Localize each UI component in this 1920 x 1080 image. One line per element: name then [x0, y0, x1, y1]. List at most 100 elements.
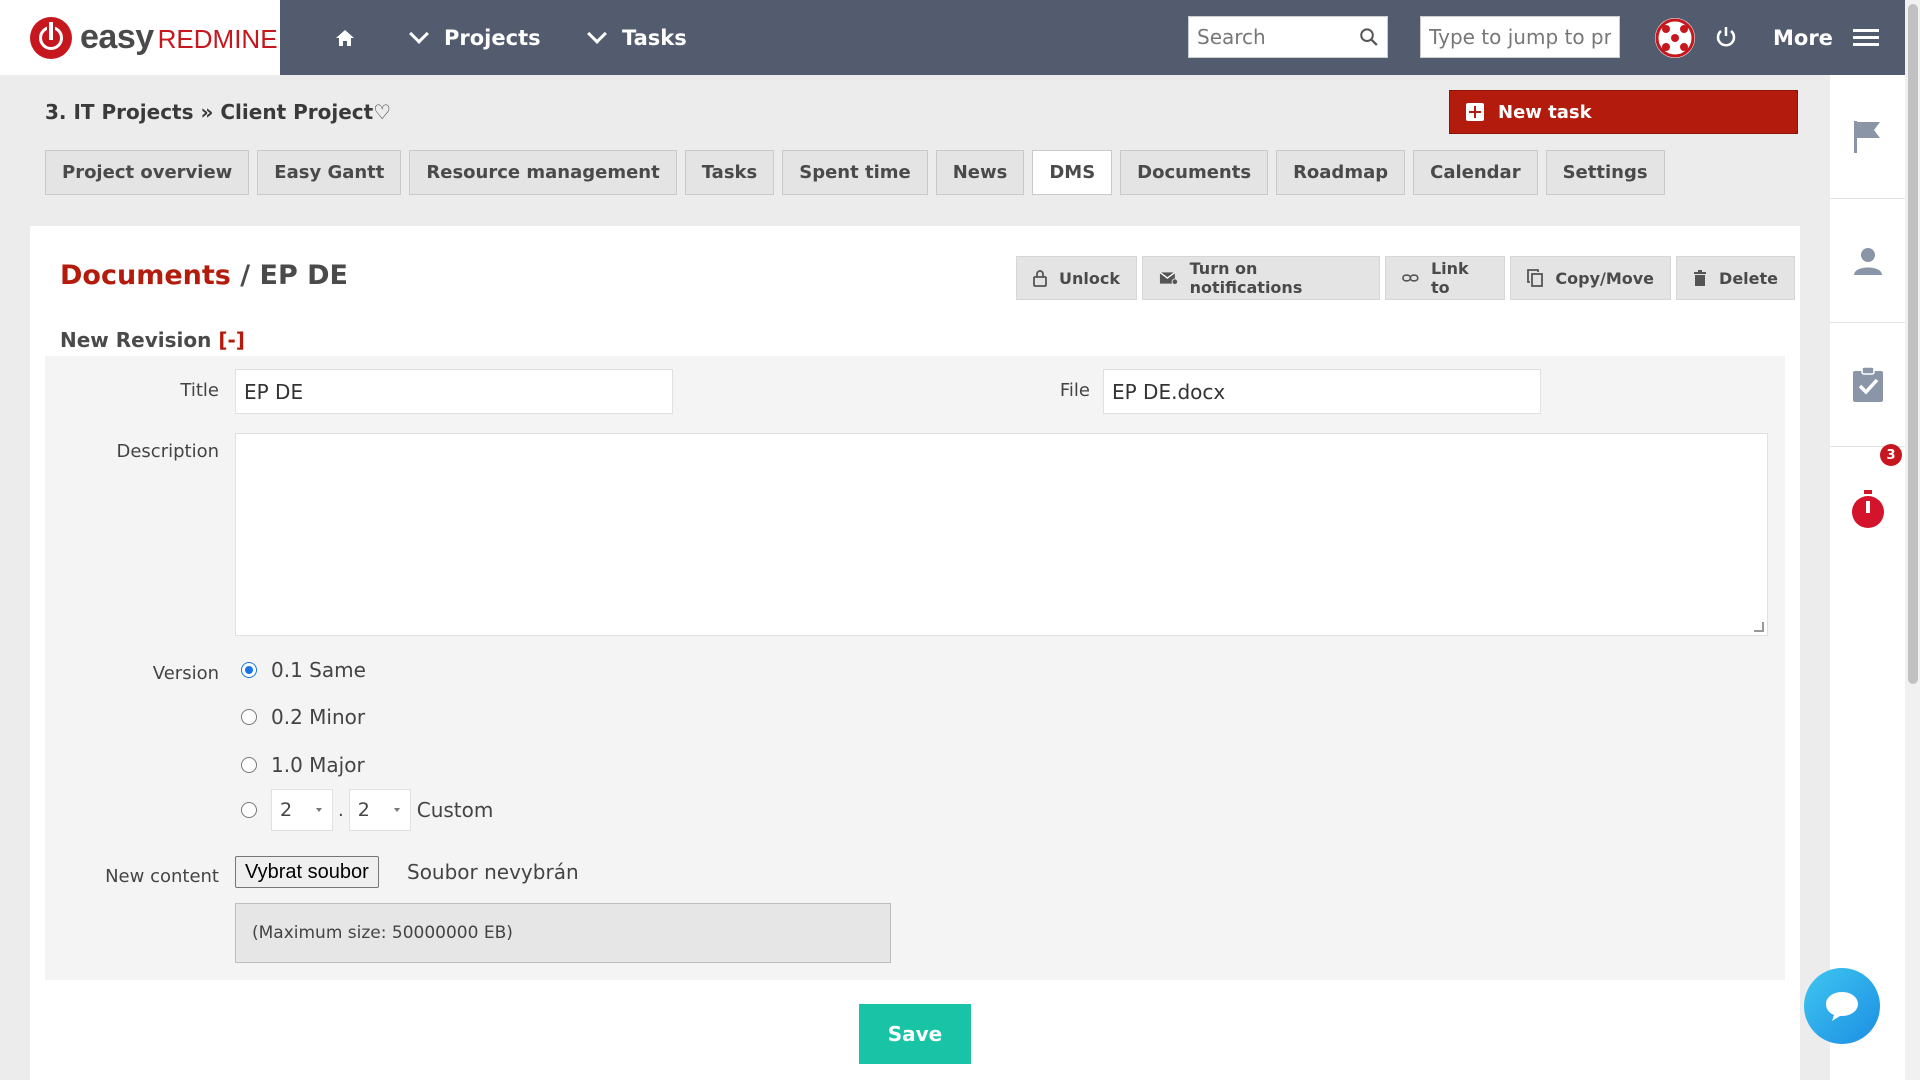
document-card: Documents / EP DE Unlock Turn on notific…: [30, 226, 1800, 1080]
tasks-menu[interactable]: Tasks: [587, 0, 687, 75]
projects-menu-label: Projects: [444, 25, 541, 50]
mail-notification-icon: [1159, 271, 1178, 285]
breadcrumb[interactable]: 3. IT Projects » Client Project♡: [45, 100, 391, 124]
tab-news[interactable]: News: [935, 150, 1025, 195]
documents-link[interactable]: Documents: [60, 260, 231, 291]
sidebar-user-button[interactable]: [1830, 199, 1905, 323]
no-file-selected-text: Soubor nevybrán: [407, 860, 579, 884]
chevron-down-icon: [587, 23, 607, 44]
tab-resource-management[interactable]: Resource management: [409, 150, 677, 195]
title-input[interactable]: EP DE: [235, 369, 673, 414]
copy-move-button[interactable]: Copy/Move: [1510, 256, 1672, 300]
resize-handle-icon[interactable]: [1754, 622, 1764, 632]
jump-to-project-field: [1420, 16, 1620, 58]
link-to-button[interactable]: Link to: [1385, 256, 1506, 300]
tab-roadmap[interactable]: Roadmap: [1276, 150, 1406, 195]
user-avatar[interactable]: [1655, 18, 1695, 58]
notifications-label: Turn on notifications: [1189, 259, 1303, 297]
new-task-button[interactable]: New task: [1449, 90, 1798, 134]
scrollbar-thumb[interactable]: [1908, 4, 1918, 684]
custom-major-select[interactable]: 2: [271, 789, 333, 831]
page-scrollbar[interactable]: [1905, 0, 1920, 1080]
trash-icon: [1694, 270, 1707, 286]
new-content-label: New content: [105, 866, 219, 887]
jump-to-project-input[interactable]: [1429, 25, 1611, 49]
search-icon[interactable]: [1359, 26, 1379, 48]
version-major-label: 1.0 Major: [271, 753, 365, 777]
projects-menu[interactable]: Projects: [409, 0, 541, 75]
description-label: Description: [116, 441, 219, 462]
new-revision-form: Title EP DE File EP DE.docx Description …: [45, 356, 1785, 980]
hamburger-icon: [1852, 25, 1879, 50]
max-size-dropzone[interactable]: (Maximum size: 50000000 EB): [235, 903, 891, 963]
unlock-button[interactable]: Unlock: [1016, 256, 1137, 300]
logo-easy-text: easy: [80, 18, 154, 56]
logo-redmine-text: REDMINE: [157, 24, 278, 54]
new-revision-heading: New Revision [-]: [60, 328, 245, 352]
sidebar-checklist-button[interactable]: [1830, 323, 1905, 447]
copy-move-label: Copy/Move: [1555, 268, 1655, 288]
save-button[interactable]: Save: [859, 1004, 971, 1064]
version-minor-radio[interactable]: [241, 709, 257, 725]
version-option-minor[interactable]: 0.2 Minor: [241, 705, 365, 729]
more-menu[interactable]: More: [1773, 0, 1879, 75]
document-actions: Unlock Turn on notifications Link to Cop…: [1016, 256, 1800, 300]
right-sidebar: [1830, 75, 1905, 1080]
home-icon: [336, 29, 354, 46]
collapse-toggle[interactable]: [-]: [218, 328, 245, 352]
chevron-down-icon: [409, 23, 429, 44]
logo[interactable]: easy REDMINE: [0, 0, 280, 75]
tab-settings[interactable]: Settings: [1545, 150, 1665, 195]
chat-button[interactable]: [1804, 968, 1880, 1044]
version-option-major[interactable]: 1.0 Major: [241, 753, 365, 777]
version-option-same[interactable]: 0.1 Same: [241, 658, 366, 682]
unlock-label: Unlock: [1059, 268, 1120, 288]
version-label: Version: [152, 663, 219, 684]
delete-button[interactable]: Delete: [1676, 256, 1795, 300]
tasks-menu-label: Tasks: [622, 25, 687, 50]
logo-icon: [30, 16, 72, 59]
file-label: File: [1059, 380, 1090, 401]
choose-file-button[interactable]: Vybrat soubor: [235, 856, 379, 888]
flag-icon: [1853, 120, 1880, 153]
version-major-radio[interactable]: [241, 757, 257, 773]
version-custom-radio[interactable]: [241, 802, 257, 818]
project-tabs: Project overview Easy Gantt Resource man…: [45, 150, 1673, 195]
tab-dms[interactable]: DMS: [1032, 150, 1113, 195]
home-button[interactable]: [335, 0, 359, 75]
version-custom-label: Custom: [416, 798, 494, 822]
file-name-input[interactable]: EP DE.docx: [1103, 369, 1541, 414]
search-input[interactable]: [1197, 25, 1360, 49]
link-icon: [1402, 274, 1419, 282]
document-name: EP DE: [259, 260, 349, 291]
page-title: Documents / EP DE: [60, 260, 348, 291]
tab-calendar[interactable]: Calendar: [1413, 150, 1538, 195]
tab-documents[interactable]: Documents: [1120, 150, 1269, 195]
title-separator: /: [230, 260, 260, 291]
version-same-label: 0.1 Same: [271, 658, 366, 682]
tab-spent-time[interactable]: Spent time: [782, 150, 928, 195]
stopwatch-icon: [1851, 490, 1884, 528]
link-to-label: Link to: [1430, 259, 1469, 297]
avatar-icon: [1655, 18, 1695, 58]
turn-on-notifications-button[interactable]: Turn on notifications: [1141, 256, 1381, 300]
sidebar-flag-button[interactable]: [1830, 75, 1905, 199]
tab-tasks[interactable]: Tasks: [684, 150, 775, 195]
lock-icon: [1033, 270, 1047, 287]
version-option-custom[interactable]: 2 . 2 Custom: [241, 789, 493, 831]
power-icon: [1716, 27, 1736, 47]
title-label: Title: [180, 380, 219, 401]
logout-button[interactable]: [1713, 24, 1739, 50]
chat-bubble-icon: [1826, 992, 1858, 1021]
user-icon: [1853, 247, 1882, 275]
search-field: [1188, 16, 1388, 58]
top-navigation-bar: easy REDMINE Projects Tasks More: [0, 0, 1920, 75]
plus-icon: [1466, 103, 1484, 121]
tab-project-overview[interactable]: Project overview: [45, 150, 250, 195]
custom-minor-select[interactable]: 2: [348, 789, 411, 831]
version-same-radio[interactable]: [241, 662, 257, 678]
tab-easy-gantt[interactable]: Easy Gantt: [257, 150, 402, 195]
delete-label: Delete: [1719, 268, 1778, 288]
timer-count-badge: 3: [1880, 444, 1902, 466]
description-textarea[interactable]: [235, 433, 1768, 636]
